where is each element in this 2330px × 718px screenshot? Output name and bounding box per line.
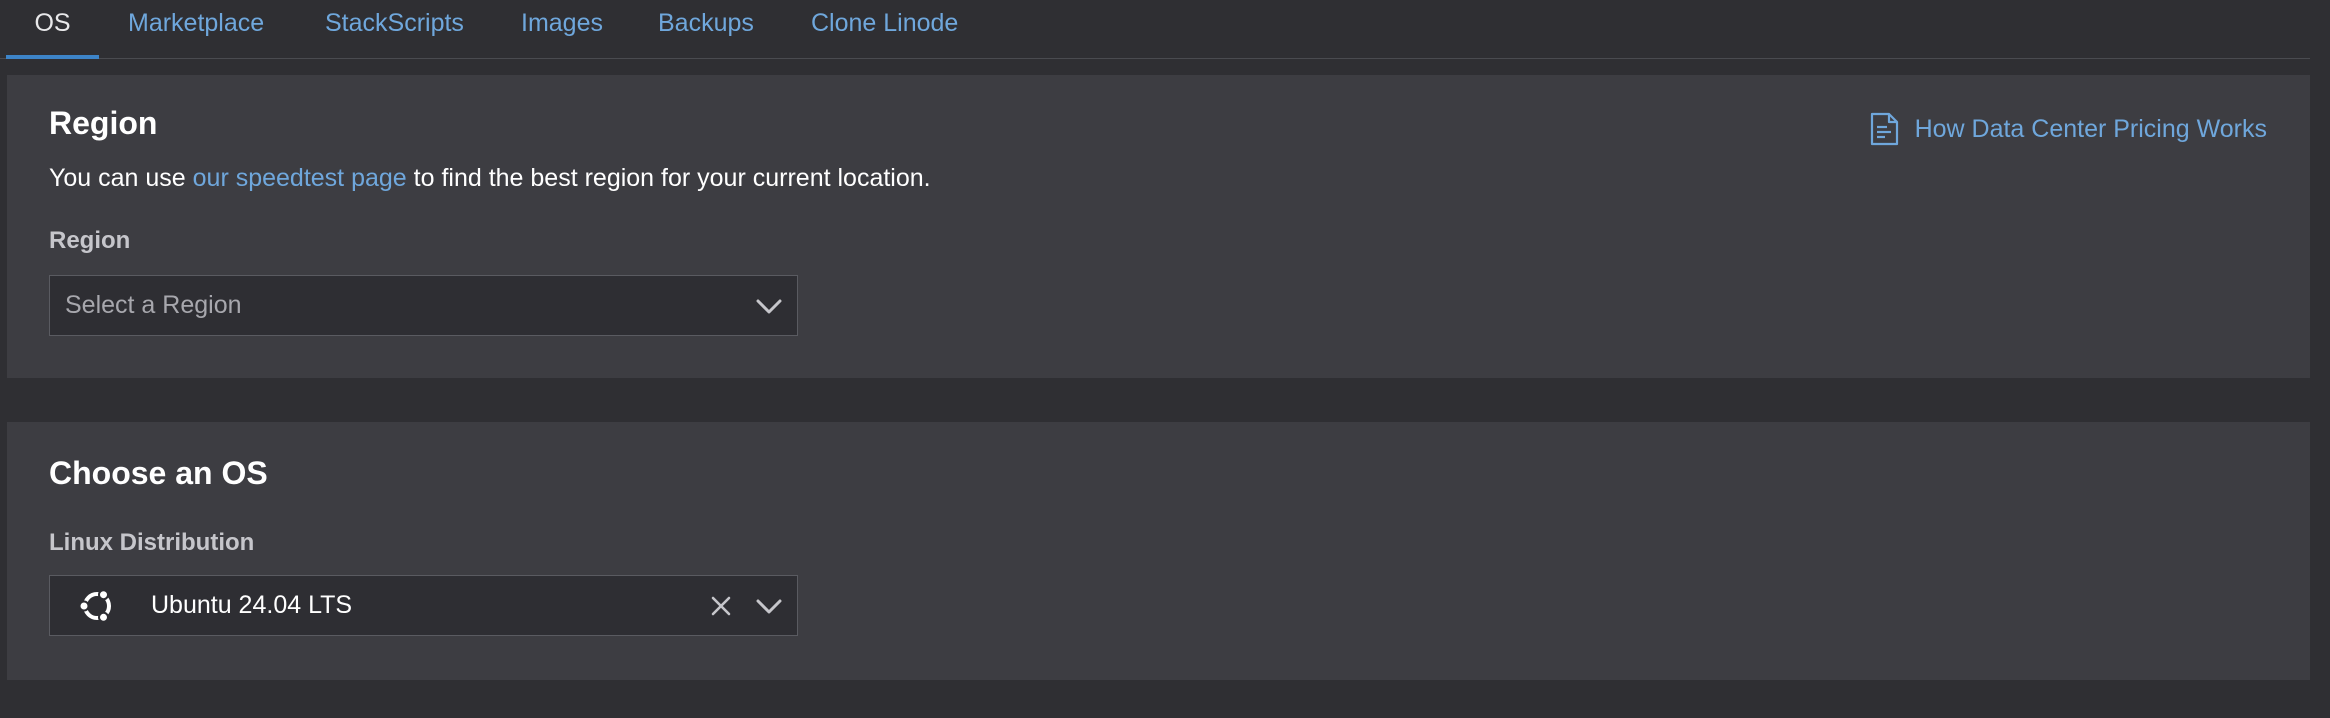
tab-bar: OS Marketplace StackScripts Images Backu… bbox=[0, 0, 2310, 59]
clear-icon[interactable] bbox=[707, 592, 735, 620]
region-panel: Region How Data Center Pricing Works You… bbox=[7, 75, 2310, 378]
chevron-down-icon[interactable] bbox=[755, 594, 783, 618]
speedtest-link[interactable]: our speedtest page bbox=[193, 164, 407, 192]
linux-distribution-select[interactable]: Ubuntu 24.04 LTS bbox=[49, 575, 798, 636]
choose-os-panel: Choose an OS Linux Distribution Ubuntu 2… bbox=[7, 422, 2310, 680]
region-intro-text: You can use our speedtest page to find t… bbox=[49, 164, 931, 193]
tab-marketplace[interactable]: Marketplace bbox=[128, 0, 264, 59]
tab-stackscripts[interactable]: StackScripts bbox=[325, 0, 464, 59]
tab-os[interactable]: OS bbox=[6, 0, 99, 59]
region-heading: Region bbox=[49, 105, 158, 141]
choose-os-heading: Choose an OS bbox=[49, 455, 268, 491]
chevron-down-icon[interactable] bbox=[755, 294, 783, 318]
data-center-pricing-link[interactable]: How Data Center Pricing Works bbox=[1867, 109, 2267, 149]
tab-backups[interactable]: Backups bbox=[658, 0, 754, 59]
document-icon bbox=[1870, 112, 1898, 146]
region-field-label: Region bbox=[49, 227, 131, 254]
tab-clone-linode[interactable]: Clone Linode bbox=[811, 0, 958, 59]
region-select-placeholder: Select a Region bbox=[65, 291, 242, 319]
intro-suffix: to find the best region for your current… bbox=[406, 164, 931, 192]
active-tab-indicator bbox=[6, 55, 99, 59]
region-select[interactable]: Select a Region bbox=[49, 275, 798, 336]
linux-distribution-value: Ubuntu 24.04 LTS bbox=[151, 591, 353, 619]
ubuntu-logo-icon bbox=[78, 589, 111, 623]
tab-images[interactable]: Images bbox=[521, 0, 603, 59]
intro-prefix: You can use bbox=[49, 164, 193, 192]
data-center-pricing-label: How Data Center Pricing Works bbox=[1914, 114, 2267, 143]
linux-distribution-label: Linux Distribution bbox=[49, 529, 255, 556]
